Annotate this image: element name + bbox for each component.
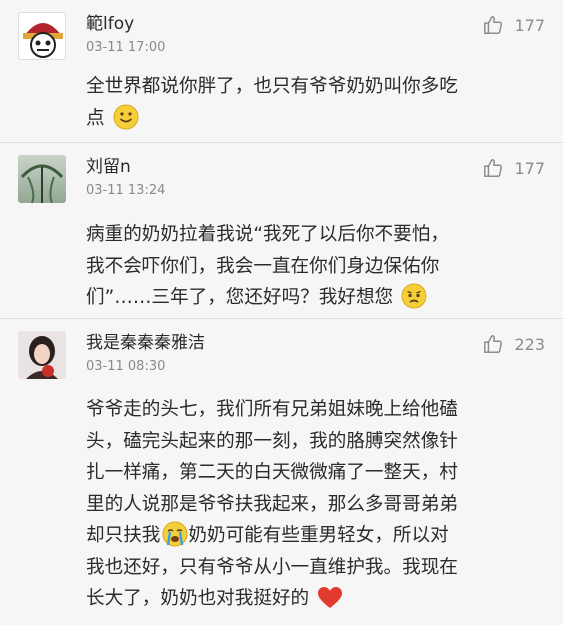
comment-item: 我是秦秦秦雅洁 03-11 08:30 223 爷爷走的头七，我们所有兄弟姐妹晚… [0,319,563,625]
timestamp: 03-11 13:24 [86,183,166,198]
comment-text: 病重的奶奶拉着我说“我死了以后你不要怕， 我不会吓你们，我会一直在你们身边保佑你… [86,219,541,314]
comment-feed: 範lfoy 03-11 17:00 177 全世界都说你胖了，也只有爷爷奶奶叫你… [0,0,563,625]
username[interactable]: 範lfoy [86,9,134,34]
crying-emoji-icon [162,521,188,547]
username[interactable]: 我是秦秦秦雅洁 [86,328,205,353]
like-button[interactable]: 223 [482,333,545,355]
thumbs-up-icon [484,159,503,177]
comment-text: 爷爷走的头七，我们所有兄弟姐妹晚上给他磕 头，磕完头起来的那一刻，我的胳膊突然像… [86,394,541,615]
comment-line: 爷爷走的头七，我们所有兄弟姐妹晚上给他磕 [86,399,458,420]
comment-line: 却只扶我 [86,525,161,546]
comment-text: 全世界都说你胖了，也只有爷爷奶奶叫你多吃 点 [86,71,541,134]
like-count: 177 [514,158,545,178]
comment-item: 刘留n 03-11 13:24 177 病重的奶奶拉着我说“我死了以后你不要怕，… [0,143,563,318]
comment-line: 我不会吓你们，我会一直在你们身边保佑你 [86,255,440,277]
thumbs-up-icon [484,335,503,353]
username[interactable]: 刘留n [86,152,131,177]
heart-emoji-icon [318,587,343,608]
sad-emoji-icon [401,283,427,309]
like-count: 177 [514,15,545,35]
like-count: 223 [514,334,545,354]
comment-line: 奶奶可能有些重男轻女，所以对 [188,525,449,546]
comment-line: 扎一样痛，第二天的白天微微痛了一整天，村 [86,462,458,483]
comment-line: 头，磕完头起来的那一刻，我的胳膊突然像针 [86,430,458,452]
like-button[interactable]: 177 [482,14,545,36]
comment-line: 病重的奶奶拉着我说“我死了以后你不要怕， [86,224,449,245]
timestamp: 03-11 17:00 [86,40,166,55]
comment-item: 範lfoy 03-11 17:00 177 全世界都说你胖了，也只有爷爷奶奶叫你… [0,0,563,142]
timestamp: 03-11 08:30 [86,359,166,374]
comment-line: 里的人说那是爷爷扶我起来，那么多哥哥弟弟 [86,493,458,515]
avatar[interactable] [18,155,66,203]
comment-line: 我也还好，只有爷爷从小一直维护我。我现在 [86,556,458,578]
avatar[interactable] [18,12,66,60]
comment-line: 全世界都说你胖了，也只有爷爷奶奶叫你多吃 [86,76,458,97]
thumbs-up-icon [484,16,503,34]
avatar[interactable] [18,331,66,379]
like-button[interactable]: 177 [482,157,545,179]
comment-line: 们”……三年了，您还好吗？我好想您 [86,287,394,308]
comment-line: 长大了，奶奶也对我挺好的 [86,588,310,609]
comment-line: 点 [86,107,105,129]
smile-emoji-icon [113,104,139,129]
